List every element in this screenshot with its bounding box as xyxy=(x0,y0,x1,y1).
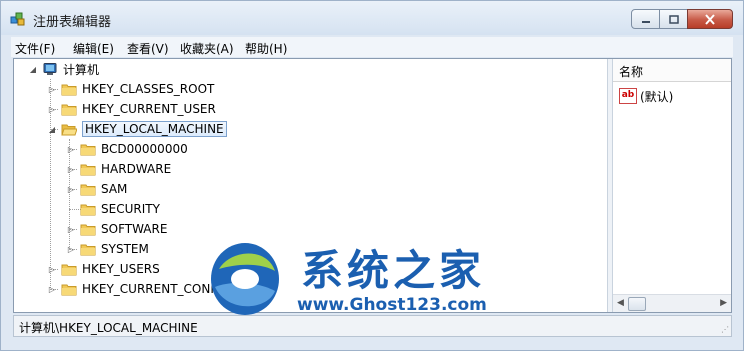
folder-icon xyxy=(80,144,96,155)
watermark-logo-icon xyxy=(211,243,279,315)
scrollbar-thumb[interactable] xyxy=(628,297,646,311)
folder-icon xyxy=(61,264,77,275)
computer-icon xyxy=(43,62,57,75)
scroll-left-icon[interactable]: ◀ xyxy=(617,298,624,308)
collapse-arrow-icon[interactable]: ◢ xyxy=(47,124,57,134)
tree-node-hkey-current-config[interactable]: ▷ HKEY_CURRENT_CONFIG xyxy=(47,279,230,299)
tree-node-hkey-users[interactable]: ▷ HKEY_USERS xyxy=(47,259,160,279)
maximize-button[interactable] xyxy=(659,9,688,29)
folder-icon xyxy=(61,284,77,295)
minimize-button[interactable] xyxy=(631,9,660,29)
expand-arrow-icon[interactable]: ▷ xyxy=(47,104,57,114)
expand-arrow-icon[interactable]: ▷ xyxy=(47,264,57,274)
expand-arrow-icon[interactable]: ▷ xyxy=(66,144,76,154)
open-folder-icon xyxy=(61,124,77,135)
tree-label: HKEY_CURRENT_CONFIG xyxy=(82,282,231,296)
status-path: 计算机\HKEY_LOCAL_MACHINE xyxy=(19,321,198,335)
tree-label: SYSTEM xyxy=(101,242,149,256)
maximize-icon xyxy=(668,14,679,24)
expand-arrow-icon[interactable]: ▷ xyxy=(66,184,76,194)
tree-label: HKEY_CURRENT_USER xyxy=(82,102,216,116)
registry-editor-window: 注册表编辑器 文件(F) 编辑(E) 查看(V) 收藏夹(A) 帮助(H) ◢ … xyxy=(0,0,744,351)
values-pane: 名称 ab (默认) ◀ ▶ xyxy=(613,59,731,312)
close-button[interactable] xyxy=(687,9,733,29)
watermark-title: 系统之家 xyxy=(301,246,486,295)
title-bar: 注册表编辑器 xyxy=(1,1,743,35)
folder-icon xyxy=(80,204,96,215)
folder-icon xyxy=(61,84,77,95)
tree-node-hkey-current-user[interactable]: ▷ HKEY_CURRENT_USER xyxy=(47,99,216,119)
tree-node-system[interactable]: ▷ SYSTEM xyxy=(66,239,149,259)
value-name: (默认) xyxy=(640,89,674,104)
column-header-name[interactable]: 名称 xyxy=(613,59,731,82)
menu-favorites[interactable]: 收藏夹(A) xyxy=(180,40,234,57)
minimize-icon xyxy=(641,21,650,23)
resize-grip-icon[interactable]: ⋰ xyxy=(721,325,729,334)
tree-label: SECURITY xyxy=(101,202,160,216)
menu-bar: 文件(F) 编辑(E) 查看(V) 收藏夹(A) 帮助(H) xyxy=(11,37,733,57)
tree-node-sam[interactable]: ▷ SAM xyxy=(66,179,127,199)
watermark-url: www.Ghost123.com xyxy=(297,295,487,315)
expand-arrow-icon[interactable]: ▷ xyxy=(47,284,57,294)
tree-label: 计算机 xyxy=(63,62,100,77)
expand-arrow-icon[interactable]: ▷ xyxy=(47,84,57,94)
tree-node-security[interactable]: SECURITY xyxy=(66,199,160,219)
folder-icon xyxy=(61,104,77,115)
tree-label: HKEY_CLASSES_ROOT xyxy=(82,82,215,96)
scroll-right-icon[interactable]: ▶ xyxy=(720,298,727,308)
folder-icon xyxy=(80,244,96,255)
menu-view[interactable]: 查看(V) xyxy=(127,40,169,57)
column-header-label: 名称 xyxy=(619,65,644,79)
value-row-default[interactable]: ab (默认) xyxy=(619,87,673,105)
tree-node-hkey-local-machine[interactable]: ◢ HKEY_LOCAL_MACHINE xyxy=(47,119,227,139)
window-title: 注册表编辑器 xyxy=(33,15,112,30)
collapse-arrow-icon[interactable]: ◢ xyxy=(28,64,38,74)
tree-label: BCD00000000 xyxy=(101,142,188,156)
tree-node-hkey-classes-root[interactable]: ▷ HKEY_CLASSES_ROOT xyxy=(47,79,214,99)
menu-edit[interactable]: 编辑(E) xyxy=(73,40,114,57)
tree-label: SAM xyxy=(101,182,128,196)
close-icon xyxy=(705,13,715,25)
menu-file[interactable]: 文件(F) xyxy=(15,40,55,57)
expand-arrow-icon[interactable]: ▷ xyxy=(66,224,76,234)
expand-arrow-icon[interactable]: ▷ xyxy=(66,164,76,174)
watermark: 系统之家 www.Ghost123.com xyxy=(209,233,549,323)
menu-help[interactable]: 帮助(H) xyxy=(245,40,287,57)
horizontal-scrollbar[interactable]: ◀ ▶ xyxy=(613,294,731,312)
tree-label: HKEY_USERS xyxy=(82,262,160,276)
expand-arrow-icon[interactable]: ▷ xyxy=(66,244,76,254)
tree-node-computer[interactable]: ◢ 计算机 xyxy=(28,59,99,79)
string-value-icon: ab xyxy=(619,88,637,104)
tree-label: SOFTWARE xyxy=(101,222,168,236)
folder-icon xyxy=(80,164,96,175)
folder-icon xyxy=(80,184,96,195)
tree-node-hardware[interactable]: ▷ HARDWARE xyxy=(66,159,171,179)
tree-node-bcd00000000[interactable]: ▷ BCD00000000 xyxy=(66,139,188,159)
tree-label: HKEY_LOCAL_MACHINE xyxy=(82,121,227,137)
folder-icon xyxy=(80,224,96,235)
registry-app-icon xyxy=(10,12,25,26)
tree-label: HARDWARE xyxy=(101,162,172,176)
tree-node-software[interactable]: ▷ SOFTWARE xyxy=(66,219,168,239)
